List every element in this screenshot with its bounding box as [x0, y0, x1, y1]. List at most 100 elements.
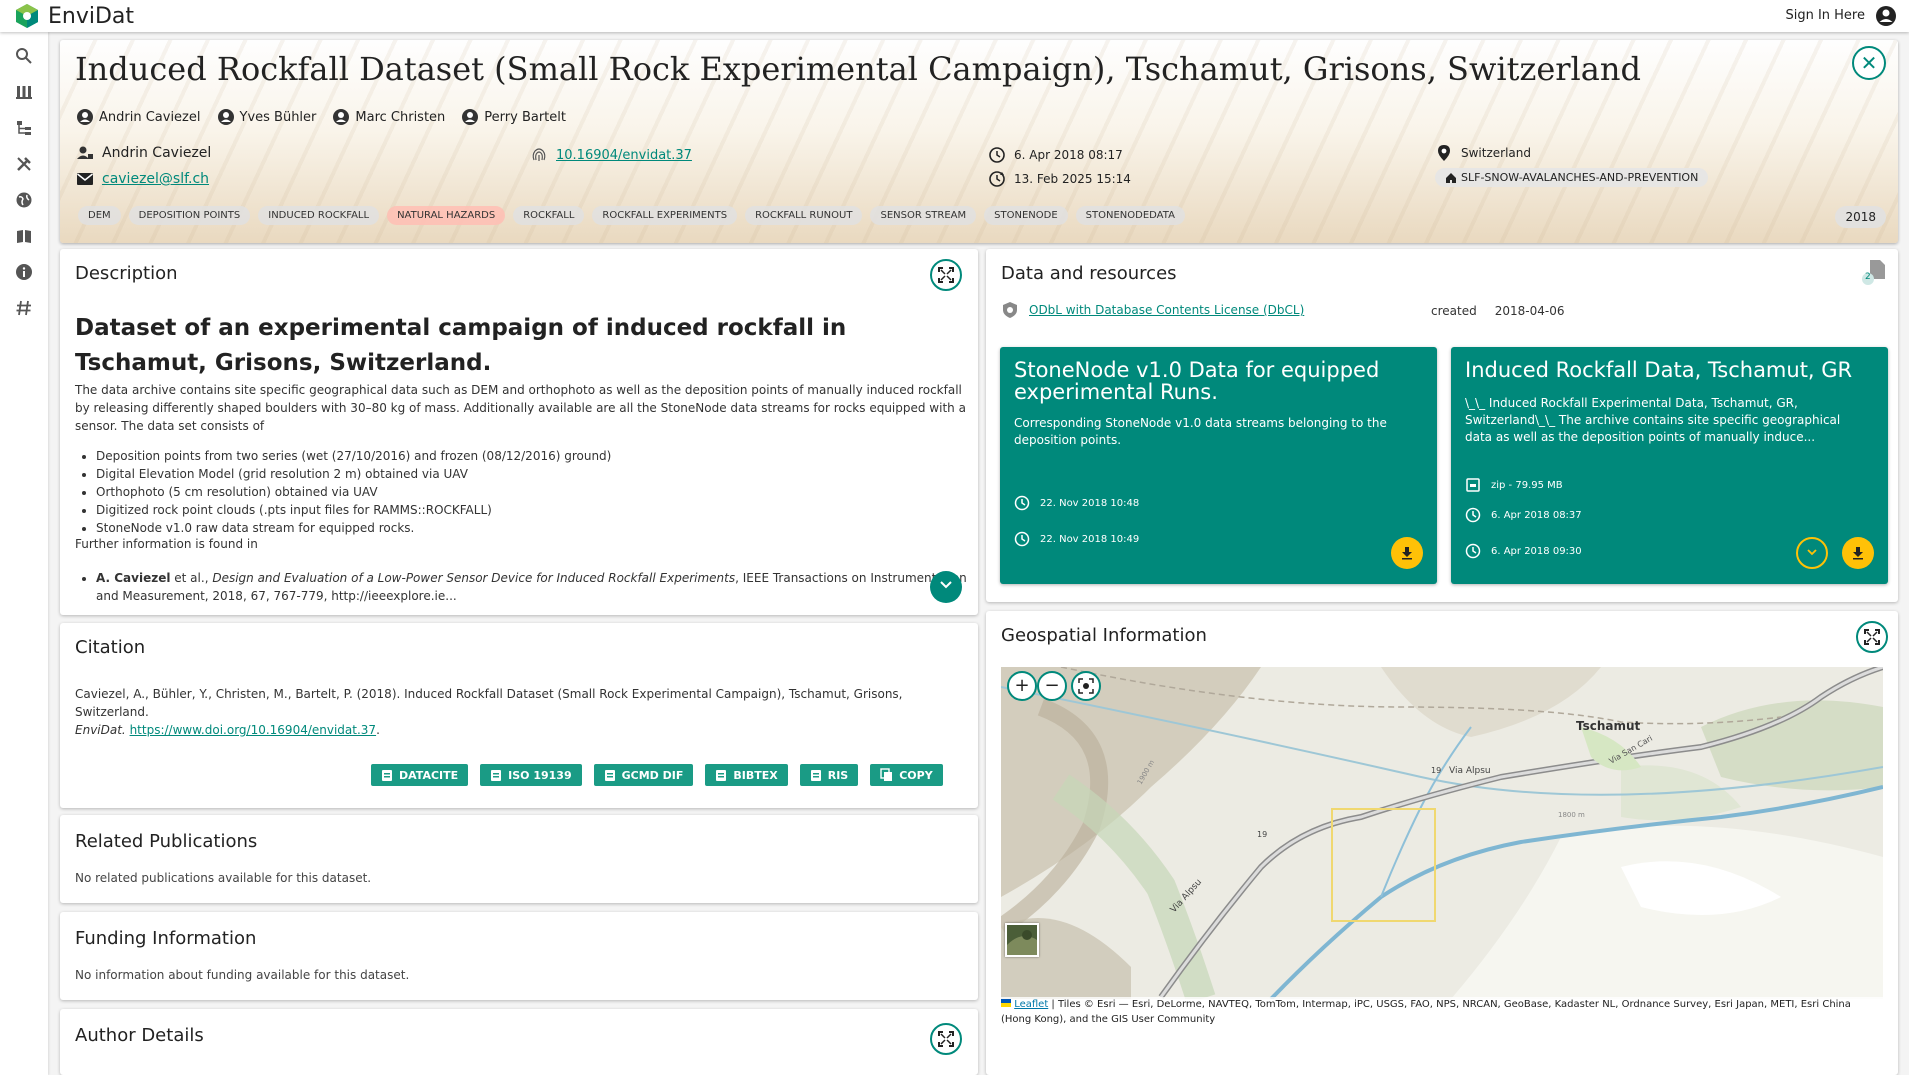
account-icon[interactable]	[1875, 5, 1897, 27]
tree-icon[interactable]	[0, 110, 48, 146]
map-label-route: 19	[1431, 766, 1441, 775]
basemap-switcher[interactable]	[1005, 923, 1039, 957]
map-label-contour: 1800 m	[1558, 811, 1585, 819]
expand-button[interactable]	[930, 1023, 962, 1055]
further-info-text: Further information is found in	[75, 537, 258, 551]
zoom-out-button[interactable]: −	[1037, 671, 1067, 701]
doi-link[interactable]: 10.16904/envidat.37	[556, 148, 692, 163]
search-icon[interactable]	[0, 38, 48, 74]
map-label-town: Tschamut	[1576, 719, 1641, 733]
map-label-road: Via Alpsu	[1449, 766, 1491, 776]
close-button[interactable]: ✕	[1852, 46, 1886, 80]
tag-chip[interactable]: STONENODE	[984, 206, 1068, 225]
clipboard-icon	[604, 770, 615, 781]
reference-author: A. Caviezel	[96, 571, 171, 585]
resource-modified: 22. Nov 2018 10:49	[1040, 533, 1140, 545]
description-card: Description Dataset of an experimental c…	[60, 249, 978, 615]
resources-count: 2	[1865, 272, 1871, 282]
download-button[interactable]	[1842, 537, 1874, 569]
tag-chip[interactable]: INDUCED ROCKFALL	[258, 206, 380, 225]
expand-button[interactable]	[1856, 621, 1888, 653]
created-label: created	[1431, 304, 1477, 318]
tag-chip[interactable]: DEM	[78, 206, 121, 225]
bibtex-label: BIBTEX	[733, 768, 778, 782]
info-icon[interactable]	[0, 254, 48, 290]
resources-count-badge: 2	[1862, 259, 1886, 289]
fullscreen-icon	[938, 267, 954, 283]
contact-email-row: caviezel@slf.ch	[76, 170, 209, 188]
author-chip[interactable]: Yves Bühler	[217, 108, 317, 126]
tag-chip[interactable]: SENSOR STREAM	[870, 206, 977, 225]
resource-size: zip - 79.95 MB	[1491, 479, 1563, 491]
globe-icon[interactable]	[0, 182, 48, 218]
grid-icon[interactable]	[0, 74, 48, 110]
fingerprint-icon	[532, 148, 546, 161]
person-icon	[462, 109, 479, 125]
license-link[interactable]: ODbL with Database Contents License (DbC…	[1029, 303, 1304, 317]
citation-doi-link[interactable]: https://www.doi.org/10.16904/envidat.37	[130, 723, 377, 737]
book-icon[interactable]	[0, 218, 48, 254]
zoom-in-button[interactable]: +	[1007, 671, 1037, 701]
envidat-logo[interactable]: EnviDat	[14, 3, 134, 29]
ris-button[interactable]: RIS	[799, 764, 859, 786]
citation-export-buttons: DATACITE ISO 19139 GCMD DIF BIBTEX RIS C…	[371, 764, 943, 786]
top-bar: EnviDat Sign In Here	[0, 0, 1909, 32]
expand-resource-button[interactable]	[1796, 537, 1828, 569]
organization-chip[interactable]: SLF-SNOW-AVALANCHES-AND-PREVENTION	[1435, 168, 1709, 187]
bibtex-button[interactable]: BIBTEX	[705, 764, 788, 786]
tag-chip[interactable]: DEPOSITION POINTS	[128, 206, 251, 225]
copy-button[interactable]: COPY	[870, 764, 943, 786]
iso-label: ISO 19139	[508, 768, 572, 782]
clipboard-icon	[382, 770, 392, 781]
side-nav	[0, 32, 48, 1075]
license-row: ODbL with Database Contents License (DbC…	[1001, 301, 1304, 319]
tag-chip[interactable]: ROCKFALL	[513, 206, 585, 225]
resource-card[interactable]: StoneNode v1.0 Data for equipped experim…	[1000, 347, 1437, 584]
map-view[interactable]: Tschamut Via Alpsu Via Alpsu 19 19 Via S…	[1001, 667, 1883, 999]
modified-row: 13. Feb 2025 15:14	[988, 170, 1131, 188]
download-button[interactable]	[1391, 537, 1423, 569]
app-name: EnviDat	[48, 3, 135, 29]
tag-chip[interactable]: STONENODEDATA	[1075, 206, 1185, 225]
list-item: Digitized rock point clouds (.pts input …	[96, 501, 611, 519]
funding-card: Funding Information No information about…	[60, 912, 978, 1000]
created-row: 6. Apr 2018 08:17	[988, 146, 1123, 164]
doi-row: 10.16904/envidat.37	[530, 146, 692, 164]
gcmd-dif-button[interactable]: GCMD DIF	[593, 764, 694, 786]
map-canvas[interactable]: Tschamut Via Alpsu Via Alpsu 19 19 Via S…	[1001, 667, 1883, 999]
sign-in-link[interactable]: Sign In Here	[1785, 8, 1865, 23]
expand-button[interactable]	[930, 259, 962, 291]
map-label-route: 19	[1257, 830, 1267, 839]
show-more-button[interactable]	[930, 571, 962, 603]
description-title: Description	[75, 263, 178, 284]
location-pin-icon	[1438, 145, 1450, 161]
clipboard-icon	[810, 770, 821, 781]
tag-chip[interactable]: ROCKFALL RUNOUT	[745, 206, 863, 225]
datacite-label: DATACITE	[399, 768, 459, 782]
reference-etal: et al.,	[170, 571, 213, 585]
author-name: Yves Bühler	[239, 109, 317, 125]
author-chip[interactable]: Andrin Caviezel	[76, 108, 201, 126]
focus-button[interactable]	[1071, 671, 1101, 701]
description-intro: The data archive contains site specific …	[75, 383, 966, 433]
tag-chip[interactable]: NATURAL HAZARDS	[387, 206, 506, 225]
tools-icon[interactable]	[0, 146, 48, 182]
author-chip[interactable]: Perry Bartelt	[461, 108, 566, 126]
hash-icon[interactable]	[0, 290, 48, 326]
tag-chip[interactable]: ROCKFALL EXPERIMENTS	[592, 206, 738, 225]
geospatial-card: Geospatial Information Tschamut Via Alps…	[986, 611, 1898, 1075]
contact-email-link[interactable]: caviezel@slf.ch	[102, 171, 209, 187]
iso-19139-button[interactable]: ISO 19139	[480, 764, 582, 786]
author-name: Perry Bartelt	[484, 109, 566, 125]
copy-label: COPY	[899, 768, 933, 782]
description-list: Deposition points from two series (wet (…	[96, 447, 611, 537]
contact-person-icon	[77, 146, 93, 159]
datacite-button[interactable]: DATACITE	[371, 764, 469, 786]
leaflet-link[interactable]: Leaflet	[1014, 999, 1048, 1010]
email-icon	[77, 173, 93, 185]
year-badge: 2018	[1835, 206, 1886, 228]
license-shield-icon	[1003, 302, 1017, 318]
author-chip[interactable]: Marc Christen	[332, 108, 445, 126]
resource-card[interactable]: Induced Rockfall Data, Tschamut, GR \_\_…	[1451, 347, 1888, 584]
contact-name: Andrin Caviezel	[102, 145, 212, 161]
